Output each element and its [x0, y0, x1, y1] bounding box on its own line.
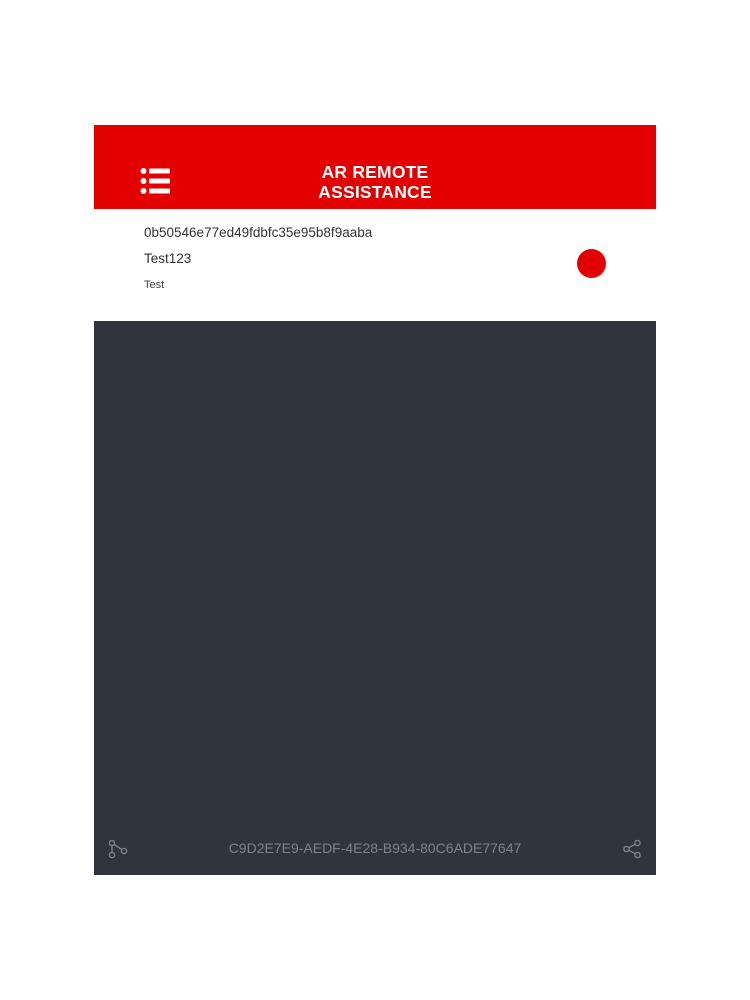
session-description: Test [144, 279, 165, 291]
connect-button[interactable] [108, 839, 128, 859]
list-menu-icon [140, 168, 170, 194]
connection-icon [108, 839, 128, 859]
device-id: C9D2E7E9-AEDF-4E28-B934-80C6ADE77647 [228, 840, 522, 856]
app-window: AR REMOTE ASSISTANCE 0b50546e77ed49fdbfc… [94, 125, 656, 875]
share-icon [623, 839, 641, 859]
session-id: 0b50546e77ed49fdbfc35e95b8f9aaba [144, 225, 373, 240]
session-info-panel: 0b50546e77ed49fdbfc35e95b8f9aaba Test123… [94, 209, 656, 321]
menu-button[interactable] [140, 167, 170, 195]
header-bar: AR REMOTE ASSISTANCE [94, 125, 656, 209]
title-line-2: ASSISTANCE [318, 182, 432, 202]
share-button[interactable] [622, 839, 642, 859]
video-view: C9D2E7E9-AEDF-4E28-B934-80C6ADE77647 [94, 321, 656, 875]
page-title: AR REMOTE ASSISTANCE [275, 162, 475, 202]
record-button[interactable] [577, 249, 606, 278]
title-line-1: AR REMOTE [321, 162, 429, 182]
session-name: Test123 [144, 251, 192, 266]
